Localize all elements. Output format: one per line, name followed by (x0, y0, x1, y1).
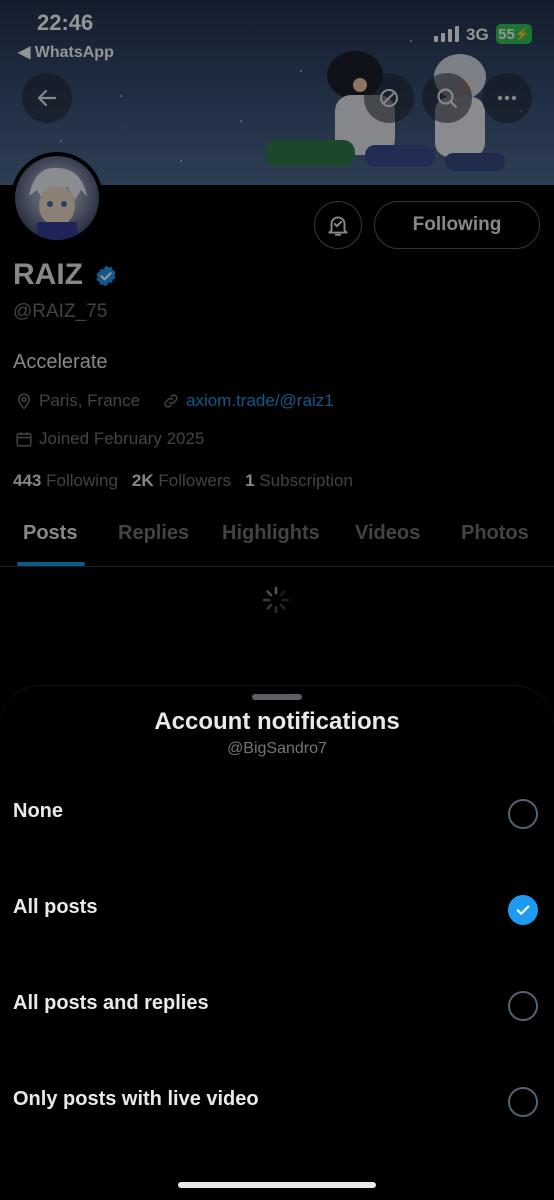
option-none[interactable]: None (0, 784, 554, 844)
checkmark-icon (516, 905, 530, 915)
option-label: All posts (13, 896, 98, 918)
sheet-subtitle: @BigSandro7 (227, 740, 327, 757)
sheet-grabber[interactable] (252, 694, 302, 700)
option-label: Only posts with live video (13, 1088, 259, 1110)
sheet-title: Account notifications (154, 708, 400, 735)
option-all-posts-and-replies[interactable]: All posts and replies (0, 976, 554, 1036)
home-indicator[interactable] (178, 1182, 376, 1188)
radio-unselected[interactable] (508, 799, 538, 829)
option-live-video[interactable]: Only posts with live video (0, 1072, 554, 1132)
option-label: None (13, 800, 63, 822)
radio-selected[interactable] (508, 895, 538, 925)
option-all-posts[interactable]: All posts (0, 880, 554, 940)
radio-unselected[interactable] (508, 991, 538, 1021)
radio-unselected[interactable] (508, 1087, 538, 1117)
option-label: All posts and replies (13, 992, 209, 1014)
account-notifications-sheet: Account notifications @BigSandro7 None A… (0, 686, 554, 1200)
